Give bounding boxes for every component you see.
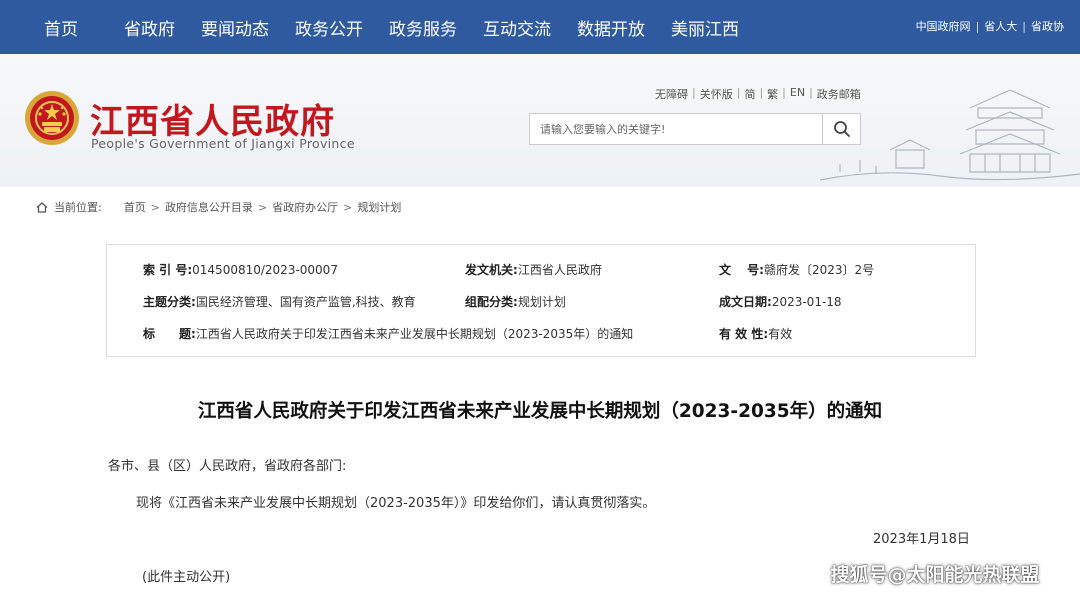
docno-value: 赣府发〔2023〕2号 [763,263,875,277]
content-area: 当前位置: 首页 > 政府信息公开目录 > 省政府办公厅 > 规划计划 索 引 … [18,187,1062,593]
divider: | [782,86,786,99]
nav-item-gov-affairs-public[interactable]: 政务公开 [295,15,363,40]
pavilion-illustration [820,89,1080,181]
issuing-authority: 发文机关:江西省人民政府 [465,261,602,278]
external-links: 中国政府网 | 省人大 | 省政协 [916,18,1064,34]
chevron-right-icon: > [343,200,353,214]
divider: | [736,86,741,99]
divider: | [1022,19,1026,33]
search-input[interactable] [530,114,822,144]
divider: | [975,19,980,33]
docno-label: 文 号: [719,263,764,277]
validity-value: 有效 [768,327,793,341]
topic-category: 主题分类:国民经济管理、国有资产监管,科技、教育 [143,293,416,310]
topic-value: 国民经济管理、国有资产监管,科技、教育 [195,295,416,309]
document-title: 江西省人民政府关于印发江西省未来产业发展中长期规划（2023-2035年）的通知 [197,401,883,422]
breadcrumb-label: 当前位置: [54,201,102,214]
divider: | [759,86,764,99]
index-number-label: 索 引 号: [143,263,193,277]
document-metadata-box: 索 引 号:014500810/2023-00007 发文机关:江西省人民政府 … [106,244,976,357]
date-value: 2023-01-18 [771,295,842,309]
title-label: 标 题: [143,327,196,341]
nav-item-beautiful-jiangxi[interactable]: 美丽江西 [671,15,739,40]
topic-label: 主题分类: [143,295,196,309]
document-body: 现将《江西省未来产业发展中长期规划（2023-2035年）》印发给你们，请认真贯… [136,496,656,511]
nav-item-open-data[interactable]: 数据开放 [577,15,645,40]
chevron-right-icon: > [257,200,268,214]
link-care-version[interactable]: 关怀版 [700,86,733,102]
nav-item-interaction[interactable]: 互动交流 [483,15,551,40]
date-label: 成文日期: [719,295,772,309]
link-traditional[interactable]: 繁 [767,86,778,102]
link-china-gov[interactable]: 中国政府网 [916,18,971,34]
document-salutation: 各市、县（区）人民政府，省政府各部门: [108,459,347,474]
link-provincial-congress[interactable]: 省人大 [984,18,1017,34]
main-nav: 首页 省政府 要闻动态 政务公开 政务服务 互动交流 数据开放 美丽江西 [0,0,765,54]
issuer-label: 发文机关: [465,263,518,277]
category-label: 组配分类: [465,295,518,309]
breadcrumb: 当前位置: 首页 > 政府信息公开目录 > 省政府办公厅 > 规划计划 [36,199,401,215]
document-date: 2023年1月18日 [873,532,970,547]
document-title-meta: 标 题:江西省人民政府关于印发江西省未来产业发展中长期规划（2023-2035年… [143,325,633,342]
breadcrumb-planning[interactable]: 规划计划 [357,199,401,215]
top-nav-bar: 首页 省政府 要闻动态 政务公开 政务服务 互动交流 数据开放 美丽江西 中国政… [0,0,1080,54]
site-subtitle: People's Government of Jiangxi Province [91,136,355,151]
validity: 有 效 性:有效 [719,325,792,342]
divider: | [809,86,813,99]
metadata-row: 主题分类:国民经济管理、国有资产监管,科技、教育 组配分类:规划计划 成文日期:… [107,293,975,321]
assembly-category: 组配分类:规划计划 [465,293,566,310]
link-simplified[interactable]: 简 [744,86,755,102]
index-number: 索 引 号:014500810/2023-00007 [143,261,338,278]
index-number-value: 014500810/2023-00007 [192,263,338,277]
written-date: 成文日期:2023-01-18 [719,293,842,310]
breadcrumb-info-catalog[interactable]: 政府信息公开目录 [165,199,253,215]
site-header: 江西省人民政府 People's Government of Jiangxi P… [0,54,1080,187]
validity-label: 有 效 性: [719,327,769,341]
link-accessibility[interactable]: 无障碍 [655,86,688,102]
document-disclosure-note: (此件主动公开) [142,570,231,585]
issuer-value: 江西省人民政府 [517,263,602,277]
chevron-right-icon: > [150,200,160,214]
breadcrumb-general-office[interactable]: 省政府办公厅 [272,199,338,215]
search-box [529,113,861,145]
watermark: 搜狐号@太阳能光热联盟 [830,563,1040,586]
link-provincial-cppcc[interactable]: 省政协 [1031,18,1064,34]
nav-item-home[interactable]: 首页 [44,15,78,40]
title-value: 江西省人民政府关于印发江西省未来产业发展中长期规划（2023-2035年）的通知 [195,327,634,341]
category-value: 规划计划 [517,295,566,309]
nav-item-province-gov[interactable]: 省政府 [124,15,175,40]
metadata-row: 索 引 号:014500810/2023-00007 发文机关:江西省人民政府 … [107,261,975,289]
metadata-row: 标 题:江西省人民政府关于印发江西省未来产业发展中长期规划（2023-2035年… [107,325,975,353]
nav-item-gov-services[interactable]: 政务服务 [389,15,457,40]
home-icon [36,201,48,213]
link-english[interactable]: EN [790,86,805,102]
national-emblem-icon [25,91,79,145]
nav-item-news[interactable]: 要闻动态 [201,15,269,40]
divider: | [692,86,696,99]
breadcrumb-home[interactable]: 首页 [124,199,146,215]
document-number: 文 号:赣府发〔2023〕2号 [719,261,874,278]
